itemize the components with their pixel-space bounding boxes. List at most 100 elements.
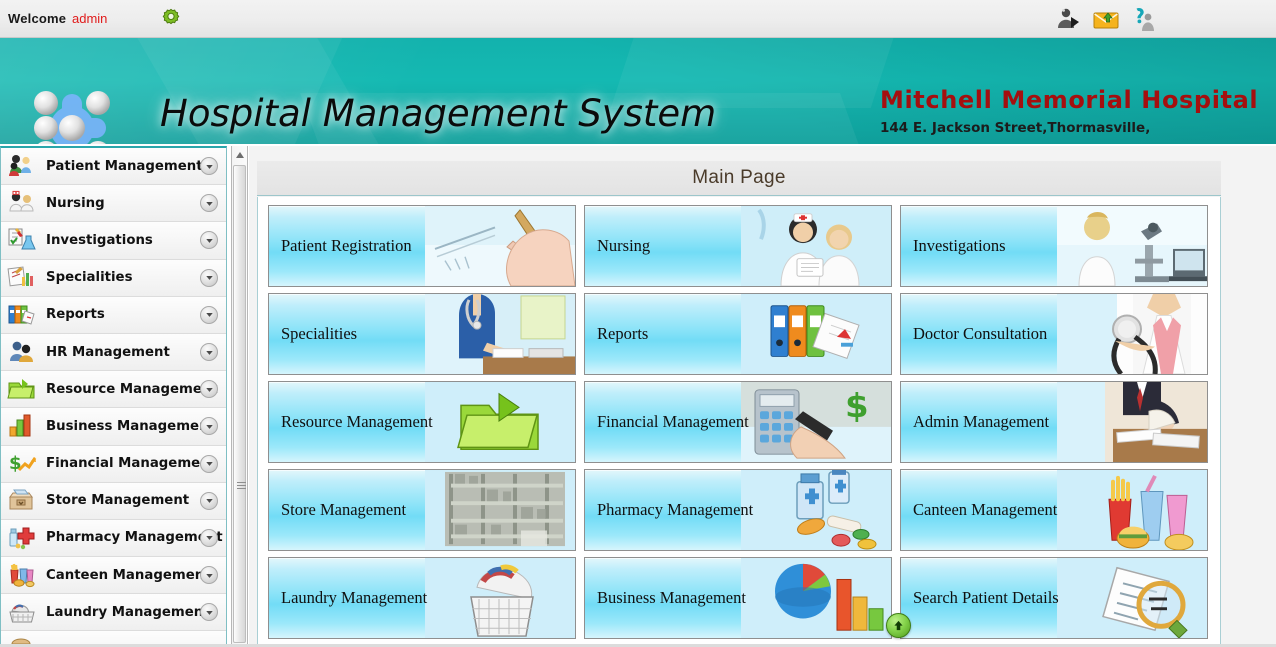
tile-search-patient-details[interactable]: Search Patient Details — [900, 557, 1208, 639]
sidebar-item-reports[interactable]: Reports — [1, 296, 226, 334]
sidebar-item-canteen-management[interactable]: Canteen Management — [1, 557, 226, 595]
hand-writing-pen-art — [425, 206, 575, 286]
sidebar-item-label: Laundry Management — [46, 604, 210, 620]
sidebar-item-label: Store Management — [46, 493, 190, 509]
chevron-down-circle-icon[interactable] — [200, 454, 218, 473]
sidebar-item-label: Business Management — [46, 418, 215, 434]
tiles-grid: Patient Registration Nursing Investigati… — [268, 205, 1214, 639]
user-profile-icon[interactable] — [1054, 5, 1082, 33]
tile-store-management[interactable]: Store Management — [268, 469, 576, 551]
sidebar-item-pharmacy-management[interactable]: Pharmacy Management — [1, 519, 226, 558]
sidebar-nav: Patient Management Nursing Investigation… — [0, 146, 227, 647]
tile-admin-management[interactable]: Admin Management — [900, 381, 1208, 463]
sidebar-item-specialities[interactable]: Specialities — [1, 259, 226, 297]
pills-bottles-art — [741, 470, 891, 550]
hospital-address-line1: 144 E. Jackson Street,Thormasville, — [880, 120, 1151, 136]
doctor-scrubs-desk-art — [425, 294, 575, 374]
tile-specialities[interactable]: Specialities — [268, 293, 576, 375]
sidebar-scrollbar[interactable] — [231, 146, 248, 647]
tile-reports[interactable]: Reports — [584, 293, 892, 375]
page-title-bar: Main Page — [257, 161, 1221, 196]
tile-label: Laundry Management — [281, 588, 428, 607]
tile-business-management[interactable]: Business Management — [584, 557, 892, 639]
tiles-panel: Patient Registration Nursing Investigati… — [257, 197, 1221, 647]
sidebar-item-business-management[interactable]: Business Management — [1, 408, 226, 446]
sidebar-item-label: Pharmacy Management — [46, 530, 223, 546]
tile-label: Canteen Management — [913, 500, 1058, 519]
sidebar-item-label: Investigations — [46, 232, 153, 248]
green-gear-icon[interactable] — [159, 7, 183, 31]
triangle-up-icon[interactable] — [232, 146, 247, 163]
tile-label: Store Management — [281, 500, 407, 519]
svg-text:$: $ — [9, 453, 22, 474]
sidebar-item-resource-management[interactable]: Resource Management — [1, 371, 226, 409]
two-people-icon — [7, 338, 37, 366]
sidebar-item-patient-management[interactable]: Patient Management — [1, 148, 226, 186]
mail-envelope-icon[interactable] — [1092, 5, 1120, 33]
tile-label: Specialities — [281, 324, 358, 343]
food-tray-icon — [7, 561, 37, 589]
grip-lines-icon — [237, 482, 246, 491]
sidebar-item-store-management[interactable]: Store Management — [1, 482, 226, 520]
tile-label: Reports — [597, 324, 649, 343]
laundry-basket-art — [425, 558, 575, 638]
help-question-icon[interactable] — [1130, 5, 1158, 33]
sidebar-item-laundry-management[interactable]: Laundry Management — [1, 594, 226, 632]
sidebar-item-label: Nursing — [46, 195, 105, 211]
chevron-down-circle-icon[interactable] — [200, 380, 218, 399]
chevron-down-circle-icon[interactable] — [200, 603, 218, 622]
sidebar-item-label: Canteen Management — [46, 567, 211, 583]
chevron-down-circle-icon[interactable] — [200, 305, 218, 324]
tile-label: Patient Registration — [281, 236, 412, 255]
tile-canteen-management[interactable]: Canteen Management — [900, 469, 1208, 551]
top-bar: Welcome admin — [0, 0, 1276, 38]
tile-financial-management[interactable]: $ Financial Management — [584, 381, 892, 463]
tile-investigations[interactable]: Investigations — [900, 205, 1208, 287]
molecule-network-logo — [28, 86, 116, 144]
chevron-down-circle-icon[interactable] — [200, 566, 218, 585]
tile-laundry-management[interactable]: Laundry Management — [268, 557, 576, 639]
scrollbar-thumb[interactable] — [233, 165, 246, 643]
tile-nursing[interactable]: Nursing — [584, 205, 892, 287]
sidebar-item-hr-management[interactable]: HR Management — [1, 333, 226, 372]
tile-resource-management[interactable]: Resource Management — [268, 381, 576, 463]
chevron-down-circle-icon[interactable] — [200, 231, 218, 250]
tile-patient-registration[interactable]: Patient Registration — [268, 205, 576, 287]
tile-label: Pharmacy Management — [597, 500, 754, 519]
doctor-stethoscope-art — [1057, 294, 1207, 374]
tile-label: Business Management — [597, 588, 746, 607]
chevron-down-circle-icon[interactable] — [200, 491, 218, 510]
chevron-down-circle-icon[interactable] — [200, 343, 218, 362]
nurses-icon — [7, 189, 37, 217]
chevron-down-circle-icon[interactable] — [200, 268, 218, 287]
warehouse-shelves-art — [425, 470, 575, 550]
calculator-dollar-art: $ — [741, 382, 891, 462]
hospital-name: Mitchell Memorial Hospital — [880, 86, 1259, 114]
tile-label: Nursing — [597, 236, 651, 255]
sidebar-item-label: Resource Management — [46, 381, 218, 397]
chevron-down-circle-icon[interactable] — [200, 417, 218, 436]
chevron-down-circle-icon[interactable] — [200, 528, 218, 547]
scroll-to-top-button[interactable] — [886, 613, 911, 638]
sidebar-item-label: HR Management — [46, 344, 170, 360]
sidebar-item-nursing[interactable]: Nursing — [1, 185, 226, 223]
tile-doctor-consultation[interactable]: Doctor Consultation — [900, 293, 1208, 375]
sidebar-item-label: Financial Management — [46, 456, 217, 472]
sidebar-item-financial-management[interactable]: $ Financial Management — [1, 445, 226, 483]
tile-pharmacy-management[interactable]: Pharmacy Management — [584, 469, 892, 551]
main-content: Main Page Patient Registration Nursing I… — [249, 146, 1276, 647]
admin-user-link[interactable]: admin — [72, 11, 107, 26]
bar-chart-icon — [7, 412, 37, 440]
sidebar-item-investigations[interactable]: Investigations — [1, 222, 226, 260]
dollar-growth-icon: $ — [7, 450, 37, 478]
sidebar-item-label: Patient Management — [46, 158, 203, 174]
pie-bar-chart-art — [741, 558, 891, 638]
green-folders-icon — [7, 375, 37, 403]
chevron-down-circle-icon[interactable] — [200, 157, 218, 176]
laundry-basket-icon — [7, 598, 37, 626]
chevron-down-circle-icon[interactable] — [200, 194, 218, 213]
tile-label: Doctor Consultation — [913, 324, 1048, 343]
chart-clipboard-icon — [7, 264, 37, 292]
svg-text:$: $ — [845, 387, 869, 426]
storage-box-icon — [7, 487, 37, 515]
